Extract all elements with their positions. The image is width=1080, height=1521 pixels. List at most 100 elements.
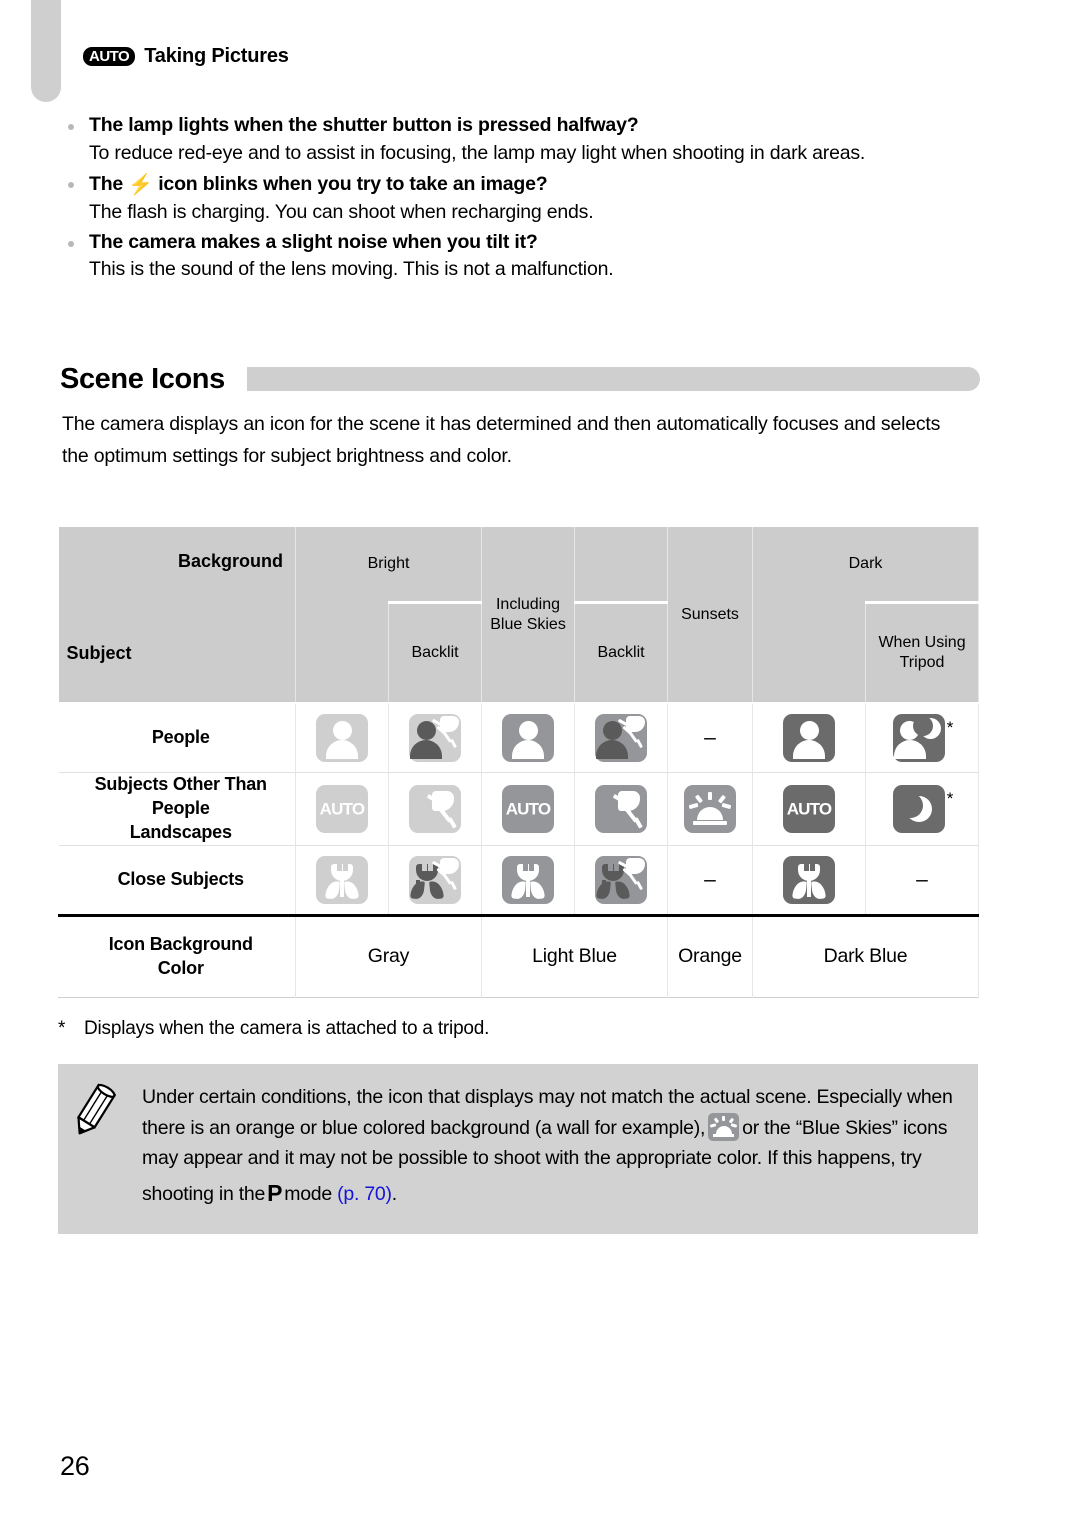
row-label-close-subjects: Close Subjects xyxy=(58,844,296,916)
note-text-part4: . xyxy=(391,1182,397,1205)
person-backlit-icon xyxy=(409,714,461,762)
header-sub-bright-backlit: Backlit xyxy=(387,601,483,703)
auto-icon: AUTO xyxy=(783,784,836,833)
row-label-people: People xyxy=(58,702,296,773)
macro-flower-icon xyxy=(783,855,836,904)
cell-close-dark xyxy=(752,844,867,916)
macro-flower-backlit-icon xyxy=(409,855,461,904)
note-text: Under certain conditions, the icon that … xyxy=(142,1082,962,1214)
person-icon xyxy=(316,714,368,762)
auto-icon: AUTO xyxy=(502,784,555,833)
page-number: 26 xyxy=(60,1451,90,1481)
section-intro-text: The camera displays an icon for the scen… xyxy=(62,413,941,468)
header-group-blue-skies-spacer xyxy=(574,527,669,603)
bullet-icon xyxy=(68,181,74,188)
running-header: AUTO Taking Pictures xyxy=(83,45,289,68)
sun-backlit-icon xyxy=(409,784,461,833)
scene-icons-table: Background Subject Bright Including Blue… xyxy=(57,527,980,998)
cell-close-bright-backlit xyxy=(387,844,483,916)
footnote-text: Displays when the camera is attached to … xyxy=(84,1018,490,1039)
auto-mode-icon: AUTO xyxy=(83,47,136,66)
row-label-line: Landscapes xyxy=(129,821,232,842)
macro-flower-icon xyxy=(502,855,555,904)
cell-color-gray: Gray xyxy=(294,916,483,998)
person-icon xyxy=(783,714,836,762)
cell-close-bright xyxy=(295,844,389,916)
table-footnote: * Displays when the camera is attached to… xyxy=(58,1018,489,1040)
header-sub-blue-skies-backlit: Backlit xyxy=(574,601,669,703)
macro-flower-backlit-icon xyxy=(595,855,648,904)
header-group-sunsets: Sunsets xyxy=(667,527,754,703)
header-corner-cell: Background Subject xyxy=(58,527,296,703)
moon-icon xyxy=(892,784,945,833)
cell-color-dark-blue: Dark Blue xyxy=(752,916,980,998)
section-title: Scene Icons xyxy=(60,362,225,395)
header-sub-dark-plain xyxy=(752,602,867,703)
note-text-part3: mode xyxy=(284,1182,332,1205)
person-icon xyxy=(502,714,555,762)
table-row-other-subjects: Subjects Other Than People Landscapes AU… xyxy=(58,772,980,846)
running-header-title: Taking Pictures xyxy=(144,45,289,67)
row-label-line: Color xyxy=(157,957,204,978)
section-heading-bar xyxy=(246,367,980,391)
row-label-line: Subjects Other Than xyxy=(94,774,267,794)
faq-question-text-before: The xyxy=(89,172,124,195)
macro-flower-icon xyxy=(316,855,368,904)
sunset-icon xyxy=(708,1112,740,1141)
section-heading: Scene Icons xyxy=(60,358,980,400)
cell-other-dark: AUTO xyxy=(752,772,867,846)
header-sub-dark-tripod: When Using Tripod xyxy=(865,601,980,703)
manual-page: AUTO Taking Pictures The lamp lights whe… xyxy=(0,0,1080,1521)
table-row-close-subjects: Close Subjects – – xyxy=(58,844,980,916)
row-label-line: People xyxy=(151,797,210,818)
cell-people-bright xyxy=(295,702,389,773)
cell-other-blue-skies: AUTO xyxy=(481,772,576,846)
faq-item: The ⚡ icon blinks when you try to take a… xyxy=(62,170,992,227)
faq-question-text-after: icon blinks when you try to take an imag… xyxy=(158,172,548,195)
footnote-marker: * xyxy=(946,718,954,737)
faq-question-text: The camera makes a slight noise when you… xyxy=(89,230,538,253)
header-group-bright: Bright xyxy=(294,527,483,603)
cell-other-bright: AUTO xyxy=(295,772,389,846)
flash-icon: ⚡ xyxy=(128,173,153,196)
cell-other-bright-backlit xyxy=(387,772,483,846)
cell-other-dark-tripod: * xyxy=(865,772,980,846)
faq-item: The lamp lights when the shutter button … xyxy=(62,112,992,168)
cell-color-light-blue: Light Blue xyxy=(481,916,669,998)
footnote-marker: * xyxy=(946,788,954,808)
header-background-label: Background xyxy=(177,551,283,571)
cell-people-blue-skies xyxy=(481,702,576,773)
pencil-icon xyxy=(70,1082,142,1214)
faq-list: The lamp lights when the shutter button … xyxy=(62,112,992,286)
person-backlit-icon xyxy=(595,714,648,762)
table-bottom-rule xyxy=(57,997,980,998)
cell-people-bright-backlit xyxy=(387,702,483,773)
faq-question: The camera makes a slight noise when you… xyxy=(62,229,992,257)
header-group-blue-skies: Including Blue Skies xyxy=(481,527,576,703)
cell-other-blue-skies-backlit xyxy=(574,772,669,846)
cell-close-dark-tripod: – xyxy=(865,844,980,916)
faq-answer: To reduce red-eye and to assist in focus… xyxy=(89,141,866,164)
table-row-people: People – * xyxy=(58,702,980,773)
sunset-icon xyxy=(684,784,737,833)
header-group-dark: Dark xyxy=(752,527,980,603)
chapter-index-tab xyxy=(31,0,61,102)
cell-close-blue-skies-backlit xyxy=(574,844,669,916)
row-label-line: Icon Background xyxy=(108,933,253,954)
cell-people-dark xyxy=(752,702,867,773)
faq-answer: This is the sound of the lens moving. Th… xyxy=(89,258,614,281)
page-reference-link[interactable]: (p. 70) xyxy=(337,1183,392,1205)
cell-people-sunsets: – xyxy=(667,702,754,773)
faq-question: The ⚡ icon blinks when you try to take a… xyxy=(62,170,992,199)
faq-answer: The flash is charging. You can shoot whe… xyxy=(89,200,594,223)
person-night-icon xyxy=(892,714,945,762)
faq-question: The lamp lights when the shutter button … xyxy=(62,112,992,140)
sun-backlit-icon xyxy=(595,784,648,833)
cell-close-sunsets: – xyxy=(667,844,754,916)
cell-close-blue-skies xyxy=(481,844,576,916)
faq-question-text: The lamp lights when the shutter button … xyxy=(89,114,639,136)
row-label-other-subjects: Subjects Other Than People Landscapes xyxy=(58,772,296,846)
header-sub-bright-plain xyxy=(295,602,389,703)
footnote-marker: * xyxy=(58,1018,66,1039)
cell-people-dark-tripod: * xyxy=(865,702,980,773)
